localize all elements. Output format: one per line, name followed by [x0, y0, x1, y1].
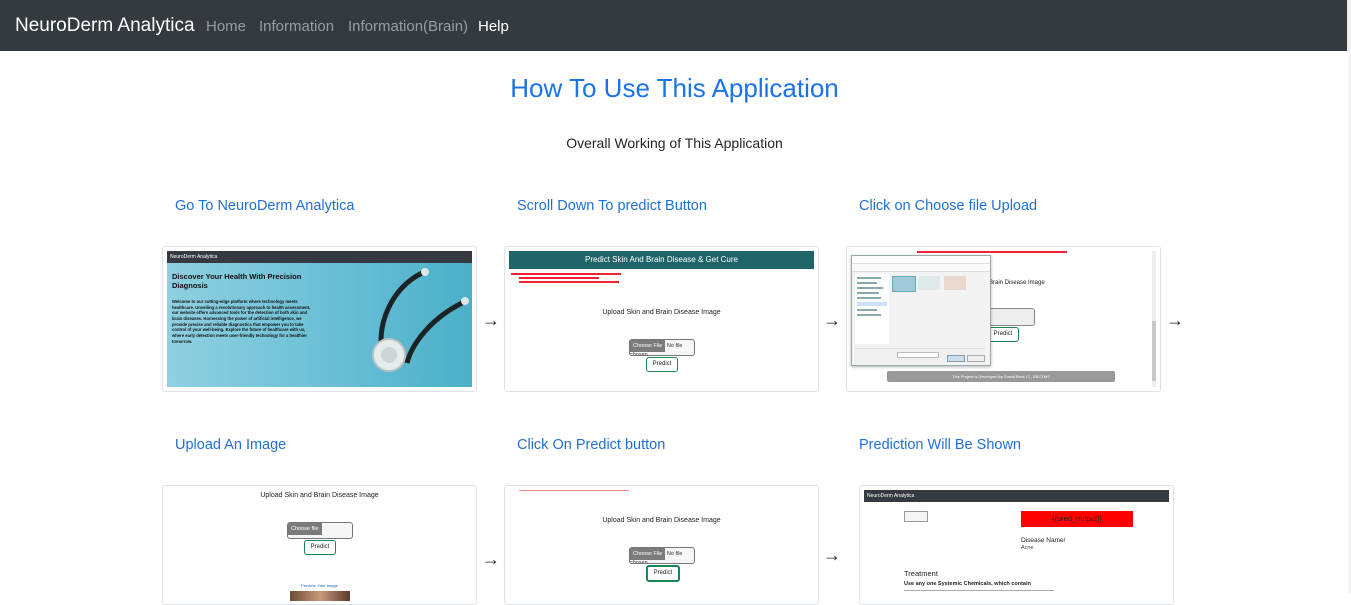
- mini-navbar: NeuroDerm Analytica: [167, 251, 472, 263]
- arrow-right-icon: →: [823, 310, 841, 330]
- hero-body: Welcome to our cutting-edge platform whe…: [172, 299, 311, 344]
- choose-file-input[interactable]: Choose File No file chosen: [629, 547, 695, 564]
- mini-brand: NeuroDerm Analytica: [867, 493, 915, 499]
- disease-name-value: Acne: [1021, 545, 1034, 551]
- preview-thumbnail: [904, 511, 928, 522]
- dialog-folder-tree[interactable]: [855, 274, 889, 344]
- footer-bar: This Project is Developed by Sushil Bera…: [887, 371, 1115, 382]
- open-file-dialog: [851, 255, 991, 366]
- arrow-right-icon: →: [823, 545, 841, 565]
- dialog-file-thumb-3[interactable]: [944, 276, 966, 290]
- treatment-text: Use any one Systemic Chemicals, which co…: [904, 581, 1031, 587]
- prediction-output: {{pred_output}}: [1021, 511, 1133, 527]
- step-6-screenshot: NeuroDerm Analytica {{pred_output}} Dise…: [859, 485, 1174, 605]
- upload-label: Upload Skin and Brain Disease Image: [602, 309, 721, 316]
- nav-link-information[interactable]: Information: [259, 18, 334, 35]
- mini-navbar: NeuroDerm Analytica: [864, 490, 1169, 502]
- notes-text: [519, 490, 629, 491]
- mini-brand: NeuroDerm Analytica: [170, 254, 218, 260]
- step-title-6: Prediction Will Be Shown: [859, 437, 1021, 453]
- brand-link[interactable]: NeuroDerm Analytica: [15, 15, 195, 37]
- top-navbar: NeuroDerm Analytica Home Information Inf…: [0, 0, 1349, 51]
- predict-button[interactable]: Predict: [646, 357, 678, 372]
- page-subtitle: Overall Working of This Application: [566, 135, 783, 151]
- step-2-screenshot: Predict Skin And Brain Disease & Get Cur…: [504, 246, 819, 392]
- notes-text: [917, 251, 1067, 253]
- dialog-file-thumb-1[interactable]: [892, 276, 916, 292]
- treatment-detail-line: [904, 590, 1054, 591]
- choose-file-input[interactable]: Choose file: [287, 522, 353, 539]
- upload-label-partial: Brain Disease Image: [989, 280, 1045, 286]
- predict-button[interactable]: Predict: [987, 327, 1019, 342]
- choose-file-input[interactable]: Choose File No file chosen: [629, 339, 695, 356]
- nav-link-home[interactable]: Home: [206, 18, 246, 35]
- choose-file-button[interactable]: Choose File: [630, 548, 666, 560]
- step-1-screenshot: NeuroDerm Analytica Discover Your Health…: [162, 246, 477, 392]
- step-title-4: Upload An Image: [175, 437, 287, 453]
- choose-file-button[interactable]: Choose file: [288, 523, 322, 535]
- predict-button[interactable]: Predict: [304, 540, 336, 555]
- upload-label: Upload Skin and Brain Disease Image: [602, 517, 721, 524]
- dialog-footer: [855, 348, 985, 363]
- arrow-right-icon: →: [1166, 310, 1184, 330]
- upload-label: Upload Skin and Brain Disease Image: [260, 492, 379, 499]
- page-title: How To Use This Application: [510, 73, 839, 103]
- treatment-heading: Treatment: [904, 569, 938, 578]
- step-title-1: Go To NeuroDerm Analytica: [175, 198, 355, 214]
- step-title-5: Click On Predict button: [517, 437, 666, 453]
- notes-text: [511, 271, 631, 285]
- step-title-3: Click on Choose file Upload: [859, 198, 1038, 214]
- choose-file-button[interactable]: Choose File: [630, 340, 666, 352]
- predict-banner: Predict Skin And Brain Disease & Get Cur…: [509, 251, 814, 269]
- hero-image: Discover Your Health With Precision Diag…: [167, 263, 472, 387]
- step-4-screenshot: Upload Skin and Brain Disease Image Choo…: [162, 485, 477, 605]
- hero-heading: Discover Your Health With Precision Diag…: [172, 272, 302, 290]
- step-3-screenshot: Brain Disease Image Predict This Project…: [846, 246, 1161, 392]
- nav-link-help[interactable]: Help: [478, 18, 509, 35]
- choose-file-input[interactable]: [988, 308, 1035, 326]
- mini-scrollbar: [1152, 251, 1156, 387]
- dialog-file-thumb-2[interactable]: [918, 276, 940, 290]
- preview-label: Preview: Your Image: [301, 583, 338, 588]
- predict-button[interactable]: Predict: [646, 565, 680, 582]
- disease-name-label: Disease Name/: [1021, 537, 1066, 544]
- step-5-screenshot: Upload Skin and Brain Disease Image Choo…: [504, 485, 819, 605]
- step-title-2: Scroll Down To predict Button: [517, 198, 707, 214]
- arrow-right-icon: →: [482, 549, 500, 569]
- nav-link-information-brain[interactable]: Information(Brain): [348, 18, 468, 35]
- arrow-right-icon: →: [482, 310, 500, 330]
